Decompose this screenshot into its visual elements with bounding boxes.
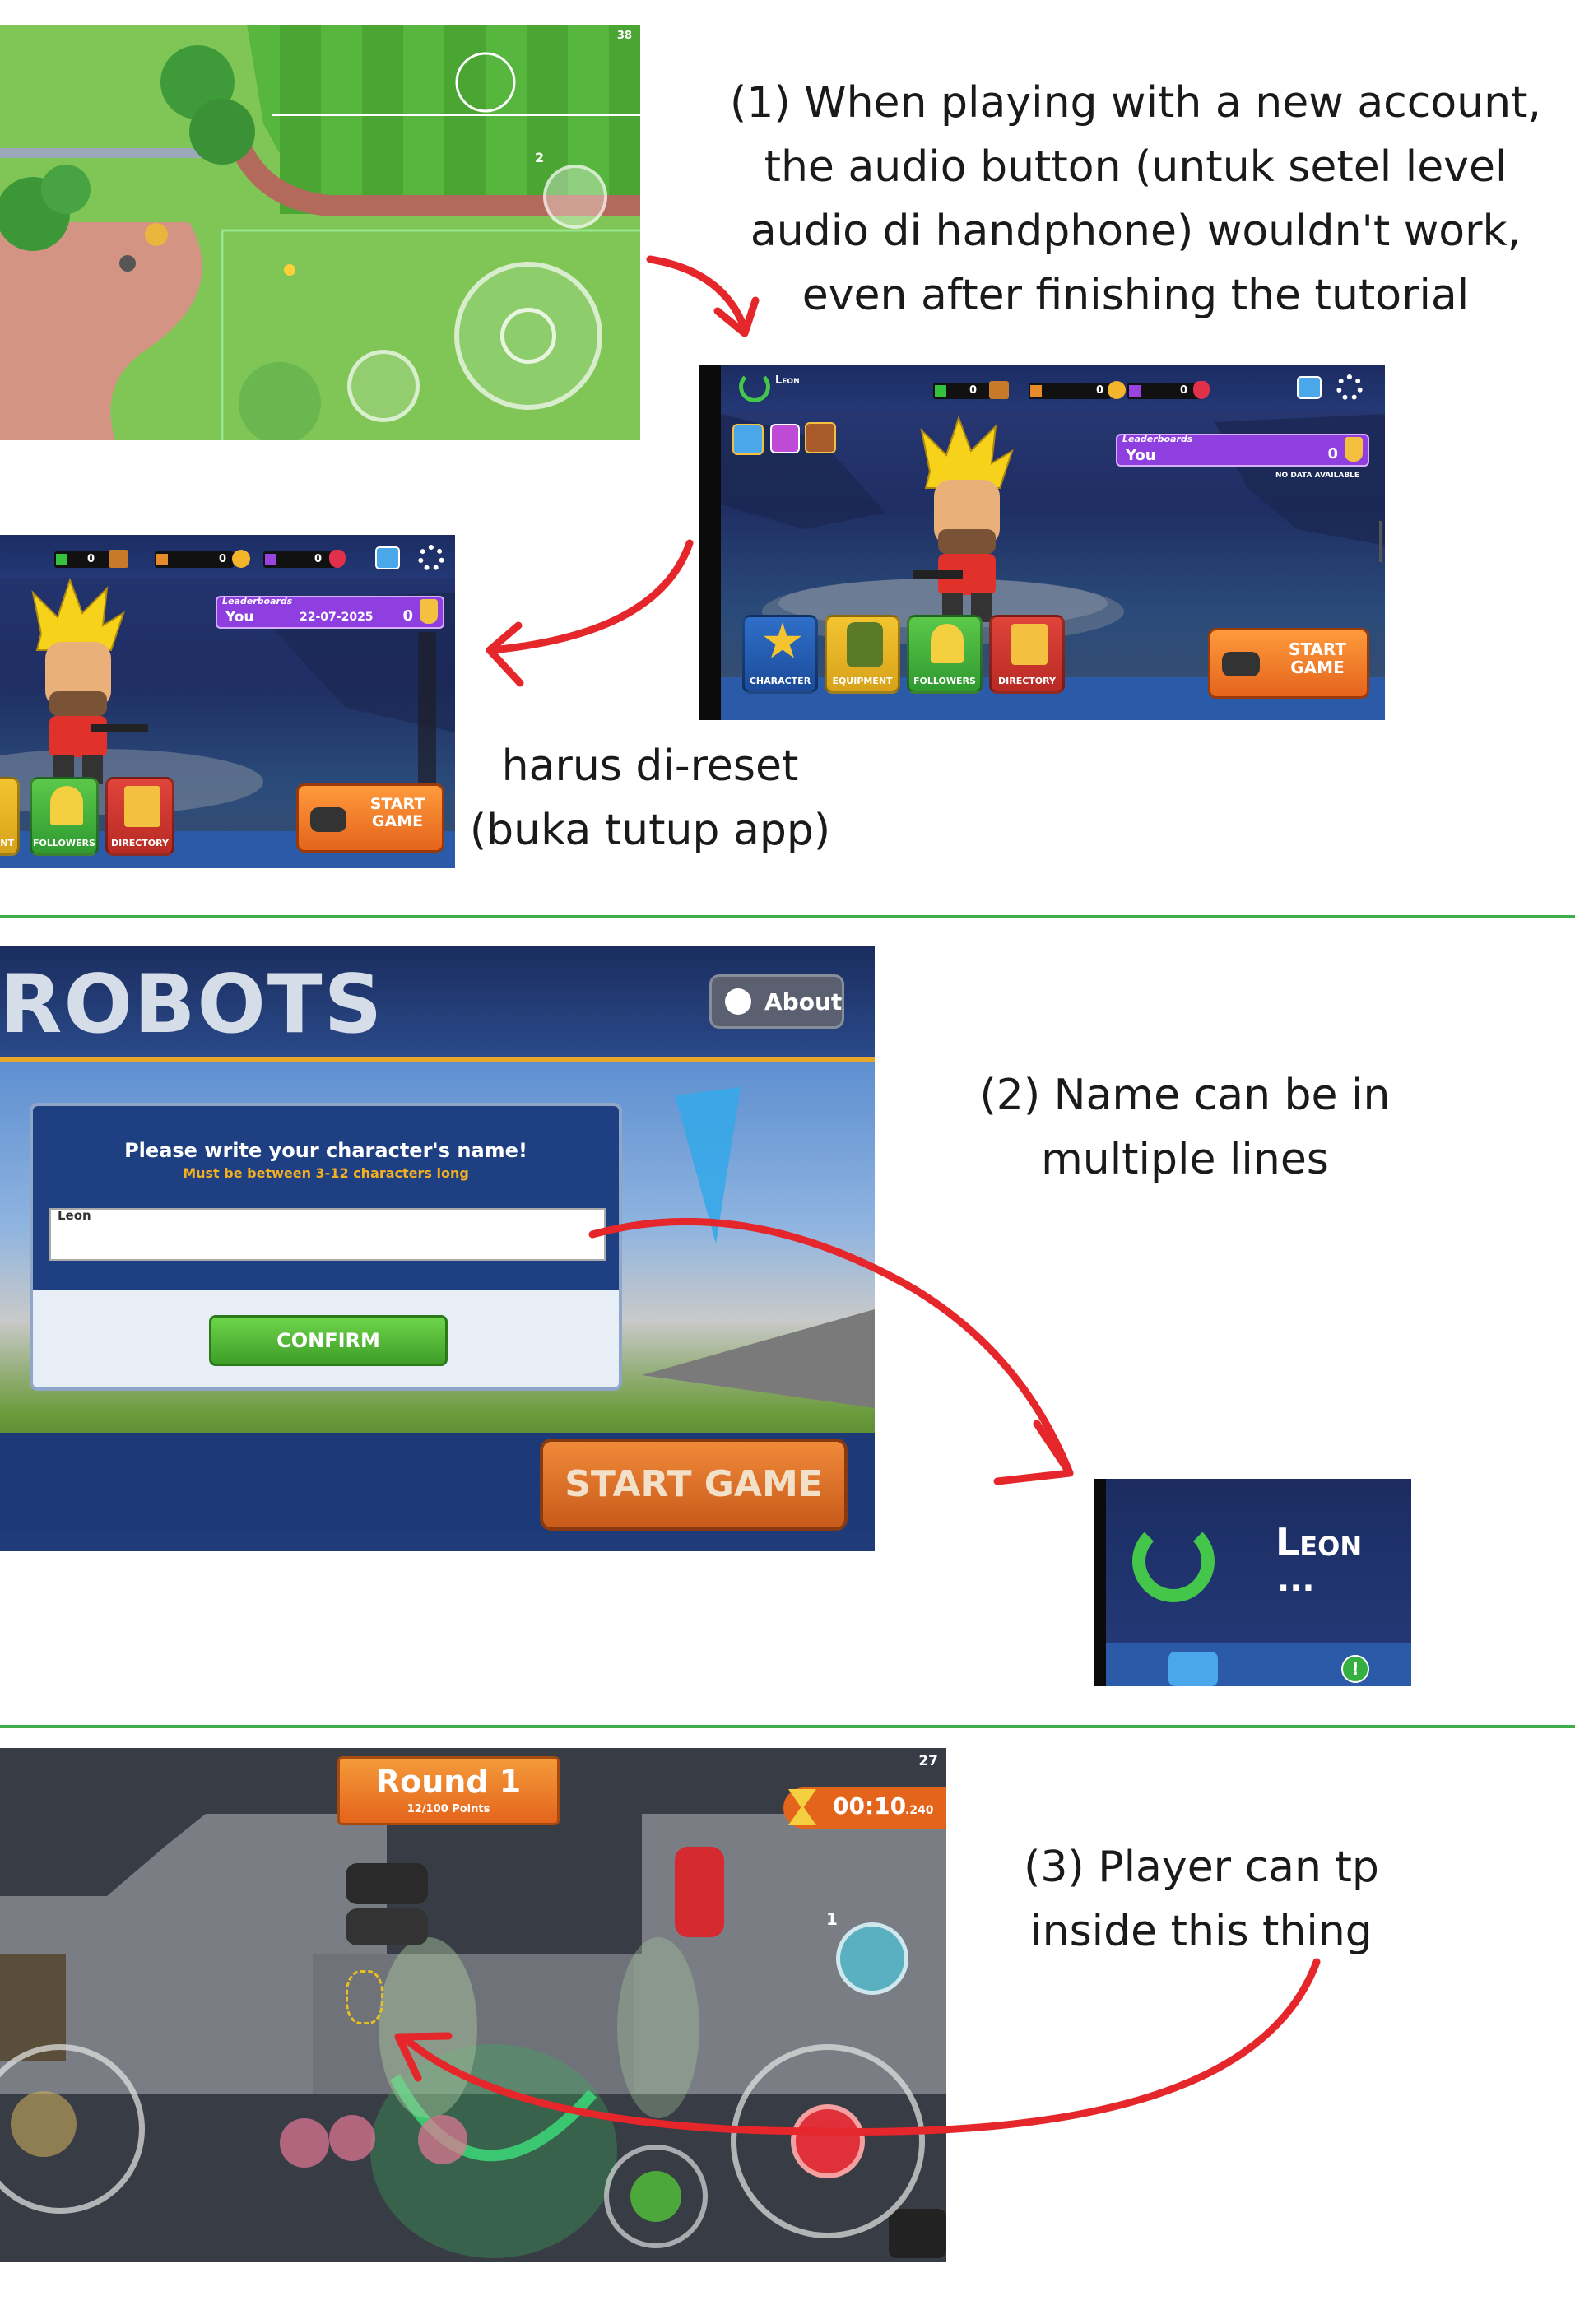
section3-arrows [394,1958,1321,2136]
arrow-to-teleport [399,1958,1321,2136]
